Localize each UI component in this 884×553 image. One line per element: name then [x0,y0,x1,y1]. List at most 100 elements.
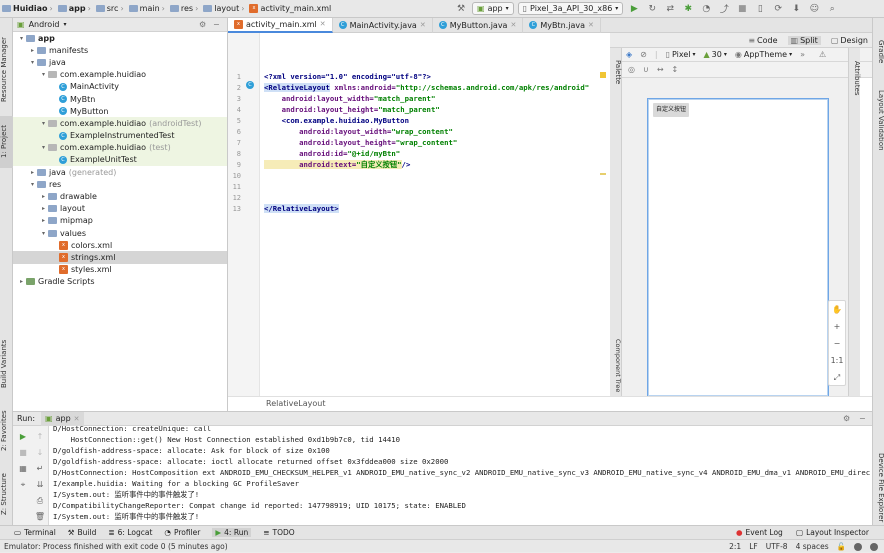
mode-code[interactable]: ≡ Code [748,36,777,45]
tool-resource-manager[interactable]: Resource Manager [0,24,13,114]
git-icon[interactable] [854,542,862,551]
crumb-src[interactable]: src › [95,4,124,13]
tab-layout-inspector[interactable]: ▢ Layout Inspector [796,528,869,537]
tool-component-tree[interactable]: Component Tree [610,338,622,394]
expand-down-icon[interactable]: ▾ [39,144,48,151]
mode-design[interactable]: ▢ Design [831,36,868,45]
lock-icon[interactable]: 🔓 [837,542,846,551]
tab-profiler[interactable]: ◔ Profiler [164,528,200,537]
tree-item[interactable]: ▸ drawable [13,190,227,202]
tool-device-file-explorer[interactable]: Device File Explorer [873,438,884,538]
editor-tab[interactable]: C MyButton.java ✕ [433,17,524,33]
tree-item[interactable]: ▾ res [13,178,227,190]
expand-right-icon[interactable]: ▸ [28,169,37,176]
apply-changes-icon[interactable]: ↻ [645,4,659,14]
run-icon[interactable]: ▶ [627,4,641,14]
crumb-main[interactable]: main › [128,4,165,13]
device-preview[interactable]: 自定义按钮 [647,98,829,397]
zoom-out-icon[interactable]: − [829,335,845,352]
tree-item[interactable]: C ExampleInstrumentedTest [13,129,227,142]
warning-icon[interactable]: ⚠ [819,50,826,59]
layers-icon[interactable]: ◈ [626,50,632,59]
expand-right-icon[interactable]: ▸ [28,47,37,54]
tree-item[interactable]: ▾ values [13,227,227,239]
memory-icon[interactable] [870,542,878,551]
more-icon[interactable]: » [800,50,805,59]
warning-marker-icon[interactable] [600,72,606,78]
chevron-down-icon[interactable]: ▾ [64,21,67,28]
tree-item[interactable]: x strings.xml [13,251,227,264]
sync-icon[interactable]: ⟳ [771,4,785,14]
tree-item[interactable]: ▸ manifests [13,44,227,56]
tree-item[interactable]: ▾ java [13,56,227,68]
tool-attributes[interactable]: Attributes [849,52,861,104]
tab-build[interactable]: ⚒ Build [68,528,97,537]
editor-breadcrumb[interactable]: RelativeLayout [228,396,872,411]
attach-debugger-icon[interactable]: ⤴ [717,2,731,15]
settings-icon[interactable]: ⚙ [199,20,206,29]
tree-item[interactable]: C MainActivity [13,81,227,93]
night-mode-icon[interactable]: ⊘ [640,50,647,59]
vertical-resize-icon[interactable]: ↕ [672,65,679,74]
pan-icon[interactable]: ✋ [829,301,845,318]
preview-custom-button[interactable]: 自定义按钮 [653,103,690,117]
console-output[interactable]: D/HostConnection: createUnique: call Hos… [53,426,870,526]
tree-item[interactable]: ▾ com.example.huidiao [13,69,227,81]
tree-item[interactable]: C ExampleUnitTest [13,153,227,167]
mode-split[interactable]: ▥ Split [787,35,821,45]
tool-project[interactable]: 1: Project [0,116,13,168]
apply-code-changes-icon[interactable]: ⇄ [663,4,677,14]
restore-layout-icon[interactable]: ▦ [17,464,29,473]
horizontal-resize-icon[interactable]: ↔ [657,65,664,74]
crumb-layout[interactable]: layout › [203,4,244,13]
crumb-res[interactable]: res › [169,4,198,13]
expand-right-icon[interactable]: ▸ [39,217,48,224]
device-select[interactable]: ▯ Pixel_3a_API_30_x86 ▾ [517,2,624,15]
crumb-file[interactable]: x activity_main.xml [249,4,331,13]
file-encoding[interactable]: UTF-8 [766,542,788,551]
android-icon[interactable]: ☺ [807,4,821,14]
tree-item[interactable]: ▸ java (generated) [13,166,227,178]
warning-stripe[interactable] [600,173,606,175]
up-icon[interactable]: ↑ [34,432,46,441]
design-canvas[interactable]: 自定义按钮 [622,78,848,397]
close-icon[interactable]: ✕ [588,21,594,29]
tool-gradle[interactable]: Gradle [873,32,884,72]
close-icon[interactable]: ✕ [420,21,426,29]
tree-item[interactable]: ▸ Gradle Scripts [13,276,227,288]
expand-down-icon[interactable]: ▾ [39,230,48,237]
tree-item[interactable]: C MyButton [13,105,227,117]
pin-icon[interactable]: ⌖ [17,480,29,490]
class-gutter-icon[interactable]: C [246,81,254,89]
expand-down-icon[interactable]: ▾ [28,181,37,188]
run-config-tab[interactable]: ▣ app ✕ [41,411,84,426]
tool-palette[interactable]: Palette [610,52,622,92]
tab-run[interactable]: ▶ 4: Run [212,528,252,537]
tab-logcat[interactable]: ≣ 6: Logcat [108,528,152,537]
code-editor[interactable]: 1 2 3 4 5 6 7 8 9 10 11 12 13 C <?xml version="1.0" … [228,33,610,396]
actual-size-icon[interactable]: 1:1 [829,352,845,369]
stop-icon[interactable]: ■ [17,448,29,457]
sdk-manager-icon[interactable]: ⬇ [789,4,803,14]
hide-icon[interactable]: − [213,20,220,29]
crumb-project[interactable]: Huidiao › [2,4,53,13]
stop-icon[interactable]: ■ [735,4,749,14]
soft-wrap-icon[interactable]: ↵ [34,464,46,473]
tree-item[interactable]: ▸ layout [13,203,227,215]
tree-item[interactable]: ▾ com.example.huidiao (androidTest) [13,117,227,130]
api-dropdown[interactable]: ▲ 30 ▾ [704,50,727,59]
down-icon[interactable]: ↓ [34,448,46,457]
profile-icon[interactable]: ◔ [699,4,713,14]
tab-terminal[interactable]: ▭ Terminal [14,528,56,537]
settings-icon[interactable]: ⚙ [843,414,850,423]
print-icon[interactable]: ⎙ [34,496,46,506]
tool-structure[interactable]: Z: Structure [0,466,13,522]
hide-icon[interactable]: − [859,414,866,423]
expand-right-icon[interactable]: ▸ [39,205,48,212]
close-icon[interactable]: ✕ [320,20,326,28]
hammer-icon[interactable]: ⚒ [454,4,468,14]
rerun-icon[interactable]: ▶ [17,432,29,441]
tool-build-variants[interactable]: Build Variants [0,328,13,400]
project-view-select[interactable]: Android [29,20,60,29]
delete-icon[interactable]: 🗑 [34,512,46,521]
